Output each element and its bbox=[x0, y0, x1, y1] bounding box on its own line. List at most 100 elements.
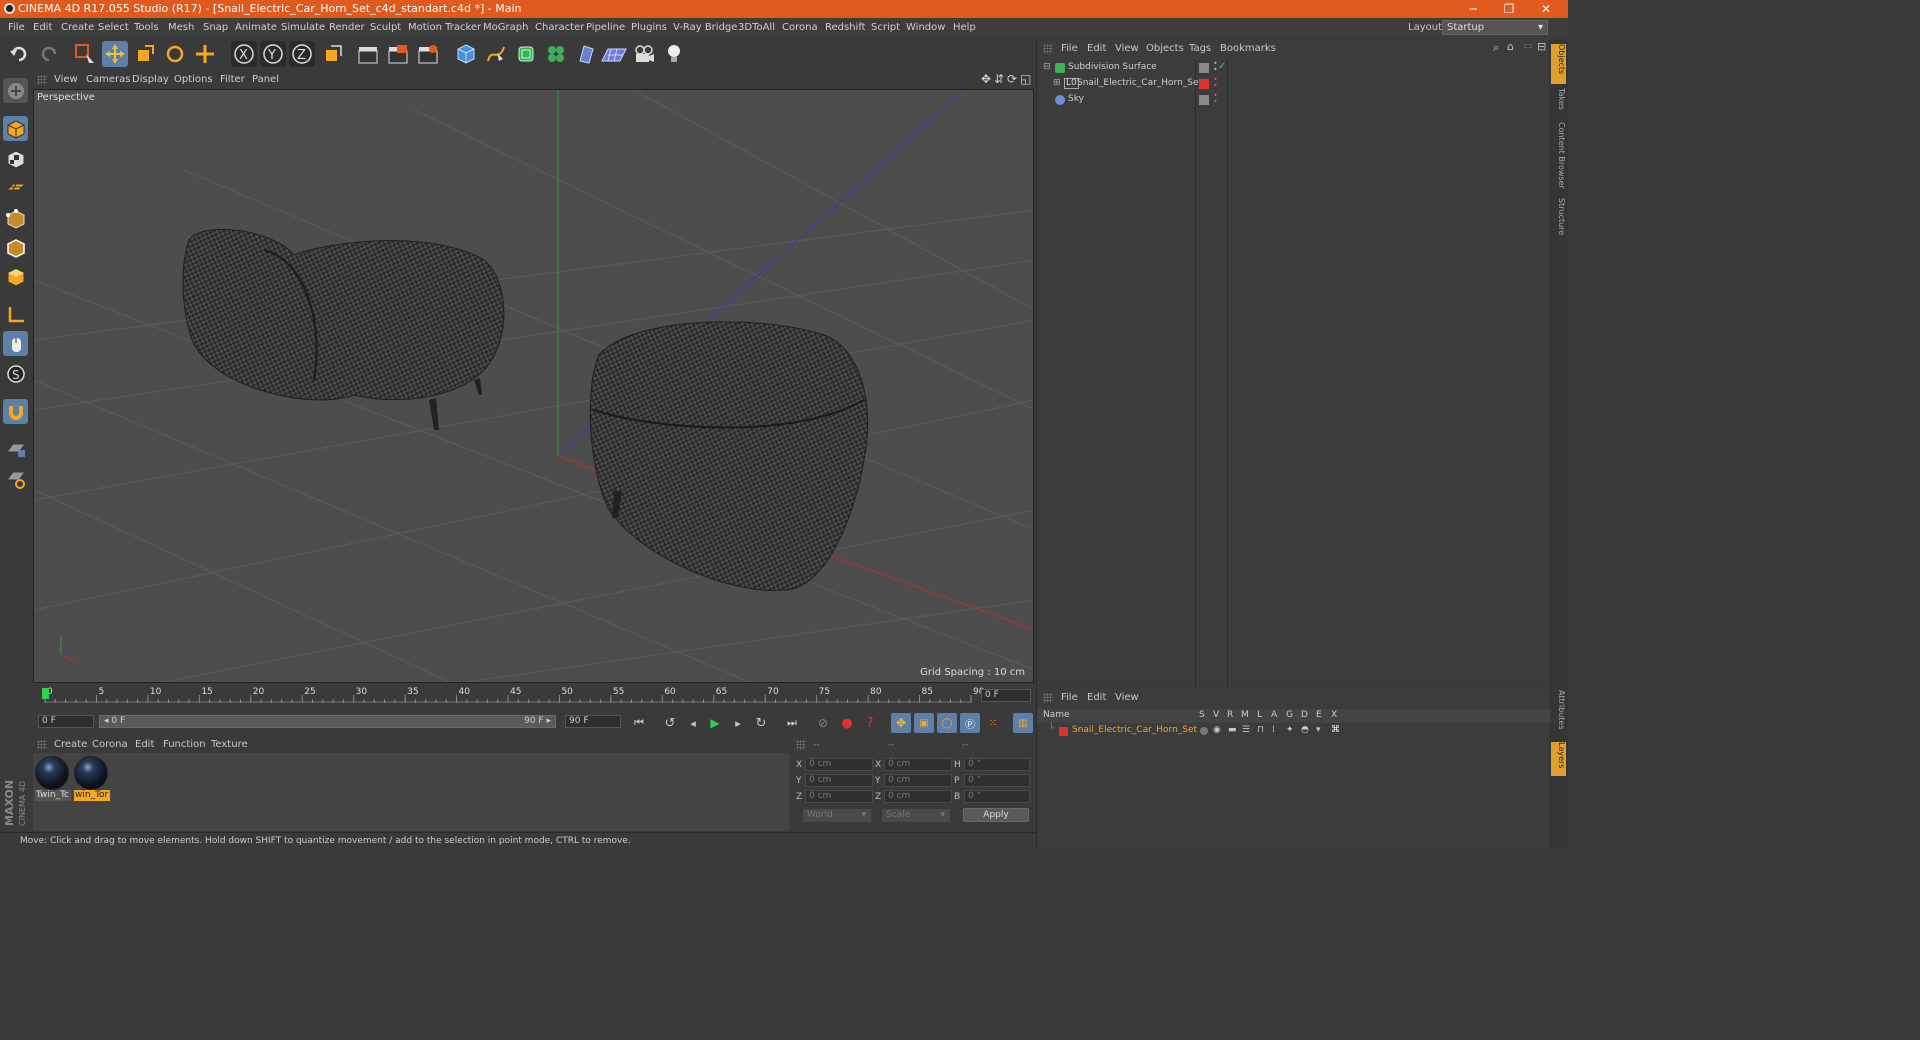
col-manager[interactable]: M bbox=[1241, 710, 1249, 720]
record-active-objects-button[interactable]: ● bbox=[837, 713, 857, 733]
edges-mode-button[interactable] bbox=[3, 235, 28, 260]
search-icon[interactable]: ⌕ bbox=[1493, 41, 1499, 55]
snap-toggle-button[interactable]: S bbox=[3, 361, 28, 386]
viewport-menu-cameras[interactable]: Cameras bbox=[86, 74, 130, 85]
go-to-start-button[interactable]: ⏮ bbox=[629, 713, 649, 733]
subdivision-surface-button[interactable] bbox=[513, 41, 539, 67]
menu-window[interactable]: Window bbox=[906, 22, 945, 33]
key-pla-button[interactable]: ⁙ bbox=[983, 713, 1003, 733]
objects-menu-bookmarks[interactable]: Bookmarks bbox=[1220, 43, 1276, 54]
menu-select[interactable]: Select bbox=[98, 22, 129, 33]
pos-x-field[interactable]: 0 cm bbox=[805, 758, 873, 771]
live-selection-tool[interactable] bbox=[72, 41, 98, 67]
previous-frame-button[interactable]: ◂ bbox=[683, 713, 703, 733]
object-row[interactable]: Sky • • bbox=[1037, 92, 1550, 108]
col-animation[interactable]: A bbox=[1271, 710, 1277, 720]
col-solo[interactable]: S bbox=[1199, 710, 1205, 720]
col-name[interactable]: Name bbox=[1043, 710, 1070, 720]
pos-y-field[interactable]: 0 cm bbox=[805, 774, 873, 787]
xref-toggle-icon[interactable]: ⌘ bbox=[1331, 725, 1340, 735]
rotate-tool[interactable] bbox=[162, 41, 188, 67]
menu-character[interactable]: Character bbox=[535, 22, 584, 33]
generator-toggle-icon[interactable]: ✦ bbox=[1286, 725, 1294, 735]
rot-h-field[interactable]: 0 ° bbox=[964, 758, 1030, 771]
mograph-cloner-button[interactable] bbox=[543, 41, 569, 67]
object-row[interactable]: ⊞ L0 Snail_Electric_Car_Horn_Set • • bbox=[1037, 76, 1550, 92]
material-menu-edit[interactable]: Edit bbox=[135, 739, 154, 750]
viewport-zoom-icon[interactable]: ⇵ bbox=[994, 72, 1004, 86]
expression-toggle-icon[interactable]: ▾ bbox=[1316, 725, 1321, 735]
menu-pipeline[interactable]: Pipeline bbox=[586, 22, 625, 33]
solo-toggle-icon[interactable] bbox=[1200, 727, 1208, 735]
col-view[interactable]: V bbox=[1213, 710, 1219, 720]
render-toggle-icon[interactable]: ▬ bbox=[1228, 725, 1237, 735]
objects-menu-view[interactable]: View bbox=[1115, 43, 1139, 54]
y-axis-lock[interactable]: Y bbox=[260, 41, 286, 67]
visibility-eye-icon[interactable]: ◉ bbox=[1213, 725, 1221, 735]
tab-layers[interactable]: Layers bbox=[1551, 742, 1566, 776]
maximize-button[interactable]: ❐ bbox=[1491, 0, 1527, 18]
menu-help[interactable]: Help bbox=[953, 22, 976, 33]
menu-edit[interactable]: Edit bbox=[33, 22, 52, 33]
menu-mograph[interactable]: MoGraph bbox=[483, 22, 528, 33]
viewport-menu-view[interactable]: View bbox=[54, 74, 78, 85]
col-deformers[interactable]: D bbox=[1301, 710, 1308, 720]
material-menu-function[interactable]: Function bbox=[163, 739, 206, 750]
menu-3dtoall[interactable]: 3DToAll bbox=[738, 22, 775, 33]
tab-objects[interactable]: Objects bbox=[1551, 44, 1566, 84]
object-row[interactable]: ⊟ Subdivision Surface • • ✓ bbox=[1037, 60, 1550, 76]
layer-color-icon[interactable] bbox=[1199, 79, 1209, 89]
home-icon[interactable]: ⌂ bbox=[1507, 40, 1514, 53]
viewport-menu-display[interactable]: Display bbox=[132, 74, 169, 85]
material-swatch-selected[interactable]: win_Tor bbox=[74, 756, 110, 802]
make-editable-button[interactable] bbox=[3, 78, 28, 103]
col-generators[interactable]: G bbox=[1286, 710, 1293, 720]
material-menu-corona[interactable]: Corona bbox=[92, 739, 128, 750]
material-swatch[interactable]: Twin_Tc bbox=[35, 756, 71, 802]
visibility-dots-icon[interactable]: • • bbox=[1213, 76, 1218, 90]
timeline-ruler[interactable]: 0 5 10 15 20 25 30 35 40 45 50 55 60 65 70 75 80 85 90 0 F bbox=[33, 686, 1034, 712]
pos-z-field[interactable]: 0 cm bbox=[805, 790, 873, 803]
viewport-pan-icon[interactable]: ✥ bbox=[981, 72, 991, 86]
tab-takes[interactable]: Takes bbox=[1551, 88, 1566, 118]
coordinate-system-button[interactable] bbox=[320, 41, 346, 67]
coordinate-space-dropdown[interactable]: World ▾ bbox=[803, 809, 871, 822]
key-scale-button[interactable]: ▣ bbox=[914, 713, 934, 733]
enabled-check-icon[interactable]: ✓ bbox=[1218, 61, 1226, 72]
layers-menu-view[interactable]: View bbox=[1115, 692, 1139, 703]
key-position-button[interactable]: ✥ bbox=[891, 713, 911, 733]
menu-mesh[interactable]: Mesh bbox=[168, 22, 194, 33]
col-locked[interactable]: L bbox=[1257, 710, 1262, 720]
texture-mode-button[interactable] bbox=[3, 146, 28, 171]
objects-menu-tags[interactable]: Tags bbox=[1189, 43, 1211, 54]
layout-dropdown[interactable]: Startup ▾ bbox=[1442, 20, 1548, 35]
autokeying-button[interactable]: ? bbox=[860, 713, 880, 733]
model-mode-button[interactable] bbox=[3, 116, 28, 141]
tab-structure[interactable]: Structure bbox=[1551, 198, 1566, 242]
magnet-snap-button[interactable] bbox=[3, 399, 28, 424]
menu-motion-tracker[interactable]: Motion Tracker bbox=[408, 22, 481, 33]
new-view-icon[interactable]: ⊟ bbox=[1537, 40, 1546, 53]
render-picture-viewer-button[interactable] bbox=[385, 41, 411, 67]
timeline-window-button[interactable]: ▥ bbox=[1013, 713, 1033, 733]
go-to-end-button[interactable]: ⏭ bbox=[782, 713, 802, 733]
layer-row[interactable]: └ Snail_Electric_Car_Horn_Set ◉ ▬ ☰ ⊓ ⁞ … bbox=[1037, 723, 1550, 739]
z-axis-lock[interactable]: Z bbox=[289, 41, 315, 67]
rot-b-field[interactable]: 0 ° bbox=[964, 790, 1030, 803]
viewport-menu-filter[interactable]: Filter bbox=[220, 74, 245, 85]
floor-button[interactable] bbox=[601, 41, 627, 67]
menu-simulate[interactable]: Simulate bbox=[281, 22, 325, 33]
layer-swatch-icon[interactable] bbox=[1199, 95, 1209, 105]
tweak-mode-button[interactable] bbox=[3, 331, 28, 356]
objects-menu-objects[interactable]: Objects bbox=[1146, 43, 1184, 54]
size-mode-dropdown[interactable]: Scale ▾ bbox=[882, 809, 950, 822]
close-button[interactable]: ✕ bbox=[1528, 0, 1564, 18]
menu-animate[interactable]: Animate bbox=[235, 22, 277, 33]
viewport-rotate-icon[interactable]: ⟳ bbox=[1007, 72, 1017, 86]
size-x-field[interactable]: 0 cm bbox=[884, 758, 952, 771]
menu-create[interactable]: Create bbox=[61, 22, 94, 33]
start-frame-field[interactable]: 0 F bbox=[38, 715, 94, 728]
lock-icon[interactable]: ⊓ bbox=[1257, 725, 1264, 735]
perspective-viewport[interactable]: Perspective Grid Spacing : 10 cm bbox=[33, 89, 1034, 683]
key-rotation-button[interactable]: ◯ bbox=[937, 713, 957, 733]
